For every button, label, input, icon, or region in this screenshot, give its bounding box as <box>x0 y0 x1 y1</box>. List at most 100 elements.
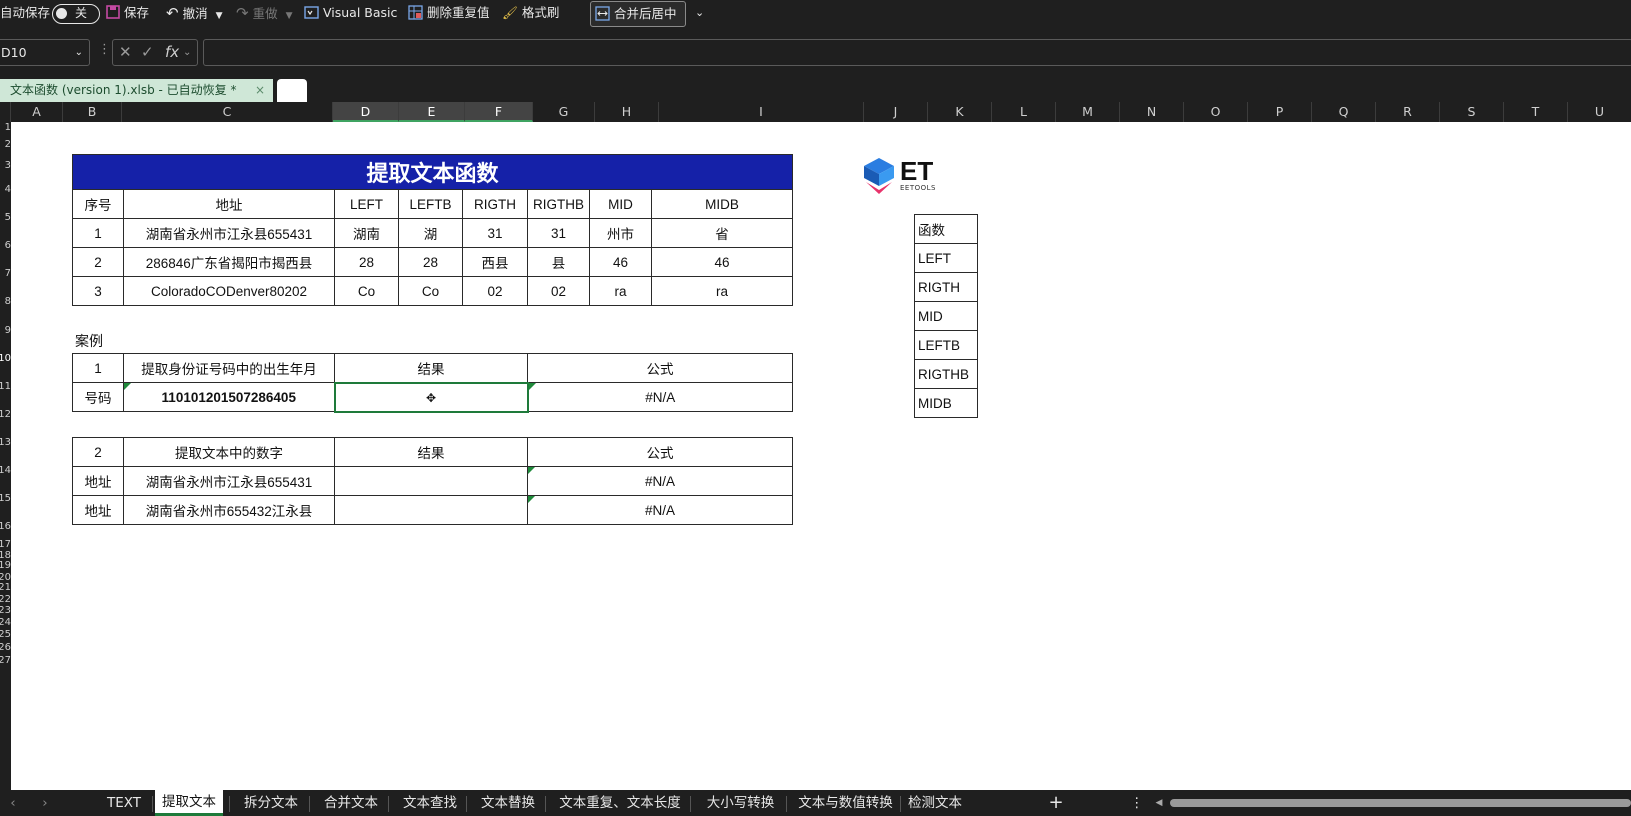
row-header-27[interactable]: 27 <box>0 655 11 667</box>
column-header-i[interactable]: I <box>659 102 864 122</box>
column-header-e[interactable]: E <box>399 102 465 122</box>
table-cell[interactable]: 2 <box>72 247 124 277</box>
case1-header-cell[interactable]: 1 <box>72 353 124 383</box>
undo-button[interactable]: ↶ 撤消 ▼ <box>166 0 222 26</box>
table-cell[interactable]: 湖南省永州市655432江永县 <box>123 495 335 525</box>
row-header-10[interactable]: 10 <box>0 353 11 365</box>
row-header-12[interactable]: 12 <box>0 409 11 421</box>
header-cell[interactable]: LEFTB <box>398 189 463 219</box>
row-header-13[interactable]: 13 <box>0 437 11 449</box>
column-header-a[interactable]: A <box>11 102 63 122</box>
insert-function-icon[interactable]: fx <box>165 40 179 65</box>
column-header-p[interactable]: P <box>1248 102 1312 122</box>
column-header-s[interactable]: S <box>1440 102 1504 122</box>
case2-header-cell[interactable]: 提取文本中的数字 <box>123 437 335 467</box>
column-header-o[interactable]: O <box>1184 102 1248 122</box>
id-number-cell[interactable]: 110101201507286405 <box>123 382 335 412</box>
sheet-tab[interactable]: 文本替换 <box>469 790 547 816</box>
row-header-19[interactable]: 19 <box>0 560 11 572</box>
header-cell[interactable]: 地址 <box>123 189 335 219</box>
row-header-8[interactable]: 8 <box>0 296 11 308</box>
table-cell[interactable]: 县 <box>527 247 590 277</box>
column-header-u[interactable]: U <box>1568 102 1631 122</box>
add-sheet-button[interactable]: + <box>1048 790 1064 816</box>
save-button[interactable]: 保存 <box>106 0 149 26</box>
column-header-n[interactable]: N <box>1120 102 1184 122</box>
table-cell[interactable]: 1 <box>72 218 124 248</box>
row-header-14[interactable]: 14 <box>0 465 11 477</box>
formula-input[interactable] <box>203 39 1631 66</box>
visual-basic-button[interactable]: Visual Basic <box>304 0 397 26</box>
header-cell[interactable]: RIGTH <box>462 189 528 219</box>
table-cell[interactable]: 省 <box>650 218 794 248</box>
row-header-15[interactable]: 15 <box>0 493 11 505</box>
column-header-q[interactable]: Q <box>1312 102 1376 122</box>
chevron-down-icon[interactable]: ▼ <box>216 11 223 21</box>
merge-center-button[interactable]: 合并后居中 <box>590 1 686 27</box>
format-painter-button[interactable]: 🖌 格式刷 <box>502 0 559 26</box>
table-cell[interactable]: 3 <box>72 276 124 306</box>
case1-header-cell[interactable]: 结果 <box>334 353 528 383</box>
header-cell[interactable]: 序号 <box>72 189 124 219</box>
table-cell[interactable]: 31 <box>462 218 528 248</box>
sheet-tab[interactable]: TEXT <box>102 790 146 816</box>
table-cell[interactable]: 湖 <box>398 218 463 248</box>
column-header-f[interactable]: F <box>465 102 533 122</box>
header-cell[interactable]: MIDB <box>650 189 794 219</box>
table-cell[interactable]: 46 <box>650 247 794 277</box>
new-tab[interactable] <box>277 79 307 102</box>
column-header-t[interactable]: T <box>1504 102 1568 122</box>
header-cell[interactable]: RIGTHB <box>527 189 590 219</box>
table-cell[interactable]: 28 <box>398 247 463 277</box>
row-header-25[interactable]: 25 <box>0 629 11 641</box>
horizontal-scrollbar[interactable] <box>1170 799 1631 807</box>
function-name-cell[interactable]: 函数 <box>914 214 978 244</box>
row-header-1[interactable]: 1 <box>0 122 11 134</box>
select-all-corner[interactable] <box>0 102 11 122</box>
row-header-6[interactable]: 6 <box>0 240 11 252</box>
row-header-5[interactable]: 5 <box>0 212 11 224</box>
function-name-cell[interactable]: MIDB <box>914 388 978 418</box>
table-cell[interactable]: 28 <box>334 247 399 277</box>
table-cell[interactable]: 西县 <box>462 247 528 277</box>
scroll-left-icon[interactable]: ◀ <box>1154 790 1164 816</box>
autosave-toggle[interactable]: 关 <box>52 4 100 24</box>
header-cell[interactable]: MID <box>589 189 652 219</box>
column-header-b[interactable]: B <box>63 102 122 122</box>
case2-header-cell[interactable]: 结果 <box>334 437 528 467</box>
table-cell[interactable]: 号码 <box>72 382 124 412</box>
formula-result-cell[interactable]: #N/A <box>527 382 793 412</box>
sheet-tab[interactable]: 检测文本 <box>903 790 967 816</box>
table-cell[interactable]: ra <box>589 276 652 306</box>
table-cell[interactable]: Co <box>334 276 399 306</box>
table-cell[interactable]: 02 <box>527 276 590 306</box>
row-header-23[interactable]: 23 <box>0 605 11 617</box>
sheet-tab[interactable]: 文本查找 <box>391 790 469 816</box>
row-header-9[interactable]: 9 <box>0 325 11 337</box>
cancel-icon[interactable]: ✕ <box>119 40 132 65</box>
table-cell[interactable]: Co <box>398 276 463 306</box>
column-header-l[interactable]: L <box>992 102 1056 122</box>
row-header-4[interactable]: 4 <box>0 184 11 196</box>
sheet-tab[interactable]: 文本重复、文本长度 <box>548 790 692 816</box>
formula-result-cell[interactable]: #N/A <box>527 466 793 496</box>
more-options-icon[interactable]: ⋮ <box>1130 790 1144 816</box>
column-header-r[interactable]: R <box>1376 102 1440 122</box>
row-header-21[interactable]: 21 <box>0 582 11 594</box>
table-cell[interactable]: ColoradoCODenver80202 <box>123 276 335 306</box>
table-cell[interactable]: 地址 <box>72 495 124 525</box>
table-cell[interactable]: 州市 <box>589 218 652 248</box>
table-cell[interactable]: 46 <box>589 247 652 277</box>
customize-toolbar-icon[interactable]: ⌄ <box>695 0 704 26</box>
table-cell[interactable]: 31 <box>527 218 590 248</box>
column-header-c[interactable]: C <box>122 102 333 122</box>
row-header-2[interactable]: 2 <box>0 139 11 151</box>
name-box[interactable]: D10 ⌄ <box>0 39 90 66</box>
drag-handle-icon[interactable]: ⋮ <box>98 42 111 57</box>
case1-header-cell[interactable]: 公式 <box>527 353 793 383</box>
sheet-tab[interactable]: 合并文本 <box>312 790 390 816</box>
sheet-tab[interactable]: 文本与数值转换 <box>789 790 902 816</box>
table-cell[interactable] <box>334 466 528 496</box>
formula-result-cell[interactable]: #N/A <box>527 495 793 525</box>
redo-button[interactable]: ↷ 重做 ▼ <box>236 0 292 26</box>
